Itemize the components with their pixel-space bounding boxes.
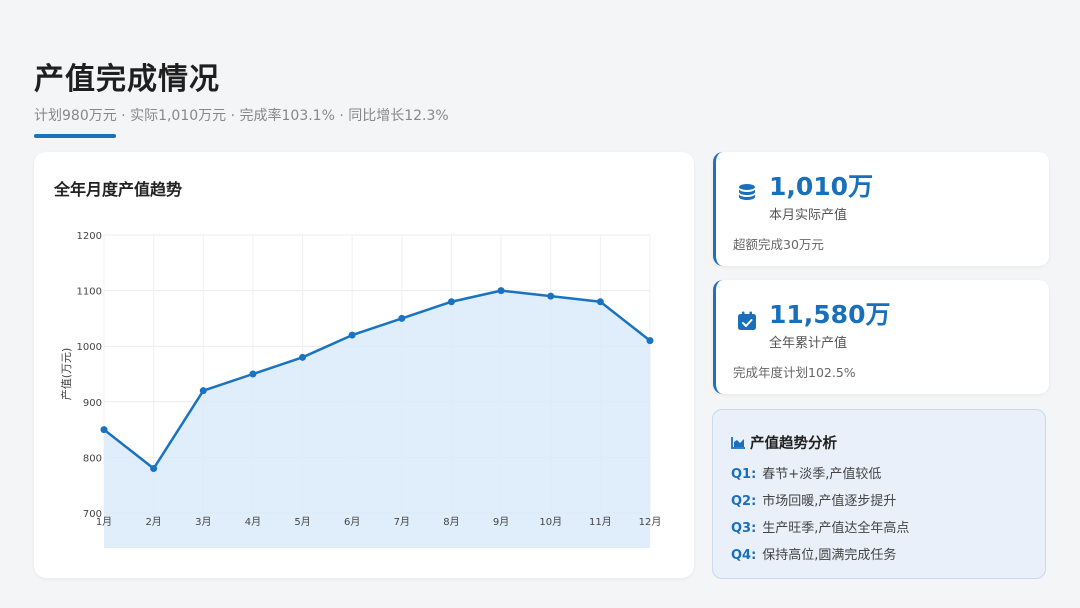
x-tick-label: 6月 — [344, 516, 360, 528]
kpi-label: 全年累计产值 — [769, 336, 848, 351]
kpi-note: 完成年度计划102.5% — [733, 365, 856, 380]
x-tick-label: 11月 — [589, 516, 612, 528]
kpi-note: 超额完成30万元 — [733, 237, 824, 252]
kpi-card-monthly: 1,010万 本月实际产值 超额完成30万元 — [713, 152, 1049, 266]
data-point — [249, 370, 257, 378]
quarter-label: Q2: — [731, 494, 757, 509]
y-tick-label: 1200 — [77, 231, 102, 242]
list-item: Q2: 市场回暖,产值逐步提升 — [731, 490, 909, 517]
chart-area-icon — [731, 437, 745, 449]
y-tick-label: 900 — [83, 398, 102, 409]
x-tick-label: 12月 — [639, 516, 662, 528]
list-item: Q3: 生产旺季,产值达全年高点 — [731, 517, 909, 544]
coins-icon — [739, 184, 755, 200]
data-point — [299, 353, 307, 361]
y-axis-label: 产值(万元) — [59, 348, 73, 401]
x-tick-label: 7月 — [394, 516, 410, 528]
title-underline — [34, 134, 116, 138]
analysis-title: 产值趋势分析 — [731, 432, 837, 453]
list-item: Q1: 春节+淡季,产值较低 — [731, 463, 909, 490]
data-point — [348, 331, 356, 339]
quarter-label: Q3: — [731, 521, 757, 536]
chart-card: 全年月度产值趋势 700 800 900 1000 1100 1200 1月 2月 3月 4月 5月… — [34, 152, 694, 578]
data-point — [547, 292, 555, 300]
calendar-check-icon — [738, 311, 756, 330]
data-point — [398, 314, 406, 322]
list-item: Q4: 保持高位,圆满完成任务 — [731, 544, 909, 571]
quarter-text: 春节+淡季,产值较低 — [762, 467, 882, 482]
x-tick-label: 4月 — [245, 516, 261, 528]
kpi-value: 1,010万 — [769, 172, 874, 201]
data-point — [497, 287, 505, 295]
quarter-label: Q1: — [731, 467, 757, 482]
data-point — [646, 337, 654, 345]
x-tick-label: 5月 — [294, 516, 310, 528]
x-tick-label: 10月 — [539, 516, 562, 528]
data-point — [199, 387, 207, 395]
page-title: 产值完成情况 — [34, 62, 220, 97]
x-tick-label: 2月 — [145, 516, 161, 528]
x-tick-label: 1月 — [96, 516, 112, 528]
kpi-label: 本月实际产值 — [769, 208, 848, 223]
quarter-text: 生产旺季,产值达全年高点 — [762, 521, 910, 536]
analysis-title-text: 产值趋势分析 — [750, 436, 837, 452]
data-point — [150, 465, 158, 473]
analysis-list: Q1: 春节+淡季,产值较低 Q2: 市场回暖,产值逐步提升 Q3: 生产旺季,产值达… — [731, 463, 909, 571]
trend-chart: 7008009001000110012001月 2月 3月 4月 5月 6月 7月 8月 9月 1… — [59, 231, 662, 548]
quarter-label: Q4: — [731, 548, 757, 563]
data-point — [596, 298, 604, 306]
analysis-card: 产值趋势分析 Q1: 春节+淡季,产值较低 Q2: 市场回暖,产值逐步提升 Q3: 生… — [712, 409, 1046, 579]
y-tick-label: 1100 — [77, 287, 102, 298]
kpi-card-annual: 11,580万 全年累计产值 完成年度计划102.5% — [713, 280, 1049, 394]
data-point — [447, 298, 455, 306]
quarter-text: 保持高位,圆满完成任务 — [762, 548, 897, 563]
quarter-text: 市场回暖,产值逐步提升 — [762, 494, 897, 509]
x-tick-label: 9月 — [493, 516, 509, 528]
page-subtitle: 计划980万元 · 实际1,010万元 · 完成率103.1% · 同比增长12… — [34, 108, 449, 124]
x-tick-label: 3月 — [195, 516, 211, 528]
kpi-value: 11,580万 — [769, 300, 891, 329]
y-tick-label: 800 — [83, 453, 102, 464]
data-point — [100, 426, 108, 434]
x-tick-label: 8月 — [443, 516, 459, 528]
y-tick-label: 1000 — [77, 342, 102, 353]
